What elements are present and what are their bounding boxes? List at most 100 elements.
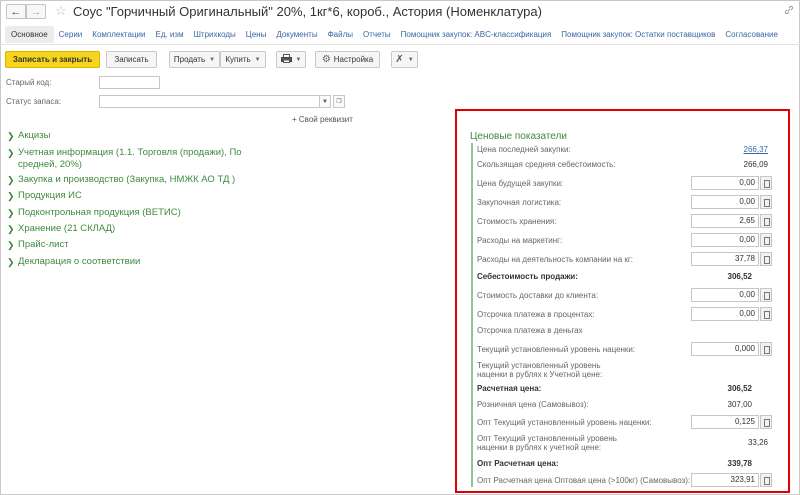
title-bar: ← → ☆ Соус "Горчичный Оригинальный" 20%,… [0, 0, 800, 22]
group-storage[interactable]: ❯ Хранение (21 СКЛАД) [7, 223, 115, 236]
chevron-right-icon: ❯ [7, 175, 15, 185]
tab-units[interactable]: Ед. изм [150, 26, 188, 43]
forward-button[interactable]: → [26, 4, 46, 19]
calculator-icon[interactable] [760, 342, 772, 356]
price-indicators-title[interactable]: Ценовые показатели [470, 131, 567, 142]
payment-delay-percent-label: Отсрочка платежа в процентах: [477, 310, 595, 319]
chevron-down-icon: ▼ [322, 98, 328, 105]
chevron-down-icon: ▼ [254, 56, 261, 63]
stock-status-dropdown[interactable]: ▼ [319, 95, 331, 108]
calculator-icon[interactable] [760, 176, 772, 190]
payment-delay-percent-input[interactable]: 0,00 [691, 307, 759, 321]
calculator-icon[interactable] [760, 252, 772, 266]
arrow-right-icon: → [30, 5, 42, 18]
moving-avg-cost-value: 266,09 [743, 160, 768, 169]
calculator-icon[interactable] [760, 307, 772, 321]
chevron-down-icon: ▼ [209, 56, 216, 63]
tab-reports[interactable]: Отчеты [358, 26, 396, 43]
chevron-right-icon: ❯ [7, 208, 15, 218]
chevron-right-icon: ❯ [7, 240, 15, 250]
group-accounting[interactable]: ❯ Учетная информация (1.1. Торговля (прод… [7, 147, 242, 171]
tab-approval[interactable]: Согласование [720, 26, 783, 43]
old-code-input[interactable] [99, 76, 160, 89]
group-purchase[interactable]: ❯ Закупка и производство (Закупка, НМЖК А… [7, 174, 235, 187]
tab-main[interactable]: Основное [5, 26, 54, 43]
buy-label: Купить [225, 55, 251, 64]
calculator-icon[interactable] [760, 288, 772, 302]
wholesale-markup-rub-label-2: наценки в рублях к учетной цене: [477, 443, 602, 452]
chevron-right-icon: ❯ [7, 191, 15, 201]
chevron-right-icon: ❯ [7, 257, 15, 267]
calculator-icon[interactable] [760, 415, 772, 429]
link-icon[interactable] [784, 5, 794, 18]
tab-kits[interactable]: Комплектации [87, 26, 150, 43]
tools-icon: ✗ [395, 54, 404, 65]
tab-documents[interactable]: Документы [271, 26, 322, 43]
open-window-icon: ❐ [336, 99, 342, 105]
wholesale-calculated-price-value: 339,78 [727, 459, 752, 468]
window-title: Соус "Горчичный Оригинальный" 20%, 1кг*6… [73, 4, 542, 19]
wholesale-pickup-price-input[interactable]: 323,91 [691, 473, 759, 487]
calculator-icon[interactable] [760, 214, 772, 228]
settings-button[interactable]: ⚙ Настройка [315, 51, 380, 68]
retail-price-label: Розничная цена (Самовывоз): [477, 400, 589, 409]
delivery-cost-input[interactable]: 0,00 [691, 288, 759, 302]
group-declaration[interactable]: ❯ Декларация о соответствии [7, 256, 140, 269]
wholesale-markup-input[interactable]: 0,125 [691, 415, 759, 429]
purchase-logistics-input[interactable]: 0,00 [691, 195, 759, 209]
company-costs-input[interactable]: 37,78 [691, 252, 759, 266]
calculator-icon[interactable] [760, 473, 772, 487]
buy-button[interactable]: Купить ▼ [220, 51, 266, 68]
group-excise[interactable]: ❯ Акцизы [7, 130, 50, 143]
purchase-logistics-label: Закупочная логистика: [477, 198, 562, 207]
group-label-line2: средней, 20%) [18, 159, 82, 170]
calculator-icon[interactable] [760, 195, 772, 209]
future-purchase-price-input[interactable]: 0,00 [691, 176, 759, 190]
group-label: Акцизы [18, 130, 51, 141]
tab-series[interactable]: Серии [54, 26, 88, 43]
last-purchase-price-value[interactable]: 266,37 [688, 145, 768, 154]
delivery-cost-label: Стоимость доставки до клиента: [477, 291, 599, 300]
tools-button[interactable]: ✗ ▼ [391, 51, 418, 68]
moving-avg-cost-label: Скользящая средняя себестоимость: [477, 160, 616, 169]
group-product-is[interactable]: ❯ Продукция ИС [7, 190, 82, 203]
marketing-costs-label: Расходы на маркетинг: [477, 236, 563, 245]
group-label: Закупка и производство (Закупка, НМЖК АО… [18, 174, 236, 185]
stock-status-input[interactable] [99, 95, 331, 108]
favorite-star-icon[interactable]: ☆ [55, 3, 67, 19]
group-label: Подконтрольная продукция (ВЕТИС) [18, 207, 181, 218]
tab-barcodes[interactable]: Штрихкоды [189, 26, 241, 43]
calculated-price-label: Расчетная цена: [477, 384, 542, 393]
tabs-divider [0, 44, 800, 45]
group-label-line1: Учетная информация (1.1. Торговля (прода… [18, 147, 242, 158]
calculator-icon[interactable] [760, 233, 772, 247]
tab-prices[interactable]: Цены [241, 26, 272, 43]
storage-cost-input[interactable]: 2,65 [691, 214, 759, 228]
sell-label: Продать [173, 55, 206, 64]
tab-files[interactable]: Файлы [323, 26, 358, 43]
chevron-right-icon: ❯ [7, 131, 15, 141]
marketing-costs-input[interactable]: 0,00 [691, 233, 759, 247]
wholesale-markup-label: Опт Текущий установленный уровень наценк… [477, 418, 652, 427]
stock-status-open-button[interactable]: ❐ [333, 95, 345, 108]
group-label: Хранение (21 СКЛАД) [18, 223, 116, 234]
group-price-list[interactable]: ❯ Прайс-лист [7, 239, 69, 252]
save-button[interactable]: Записать [106, 51, 157, 68]
back-button[interactable]: ← [6, 4, 26, 19]
gear-icon: ⚙ [321, 54, 331, 65]
tab-supplier-stock[interactable]: Помощник закупок: Остатки поставщиков [556, 26, 720, 43]
current-markup-input[interactable]: 0,000 [691, 342, 759, 356]
last-purchase-price-label: Цена последней закупки: [477, 145, 571, 154]
save-and-close-button[interactable]: Записать и закрыть [5, 51, 100, 68]
wholesale-pickup-price-label: Опт Расчетная цена Оптовая цена (>100кг)… [477, 476, 691, 485]
print-button[interactable]: ▼ [276, 51, 306, 68]
group-vetis[interactable]: ❯ Подконтрольная продукция (ВЕТИС) [7, 207, 181, 220]
chevron-right-icon: ❯ [7, 148, 15, 158]
group-bar [471, 143, 473, 487]
chevron-right-icon: ❯ [7, 224, 15, 234]
tab-abc[interactable]: Помощник закупок: ABC-классификация [396, 26, 557, 43]
add-requisite-link[interactable]: + Свой реквизит [292, 115, 353, 124]
arrow-left-icon: ← [10, 5, 22, 18]
payment-delay-money-label: Отсрочка платежа в деньгах [477, 326, 583, 335]
sell-button[interactable]: Продать ▼ [169, 51, 220, 68]
